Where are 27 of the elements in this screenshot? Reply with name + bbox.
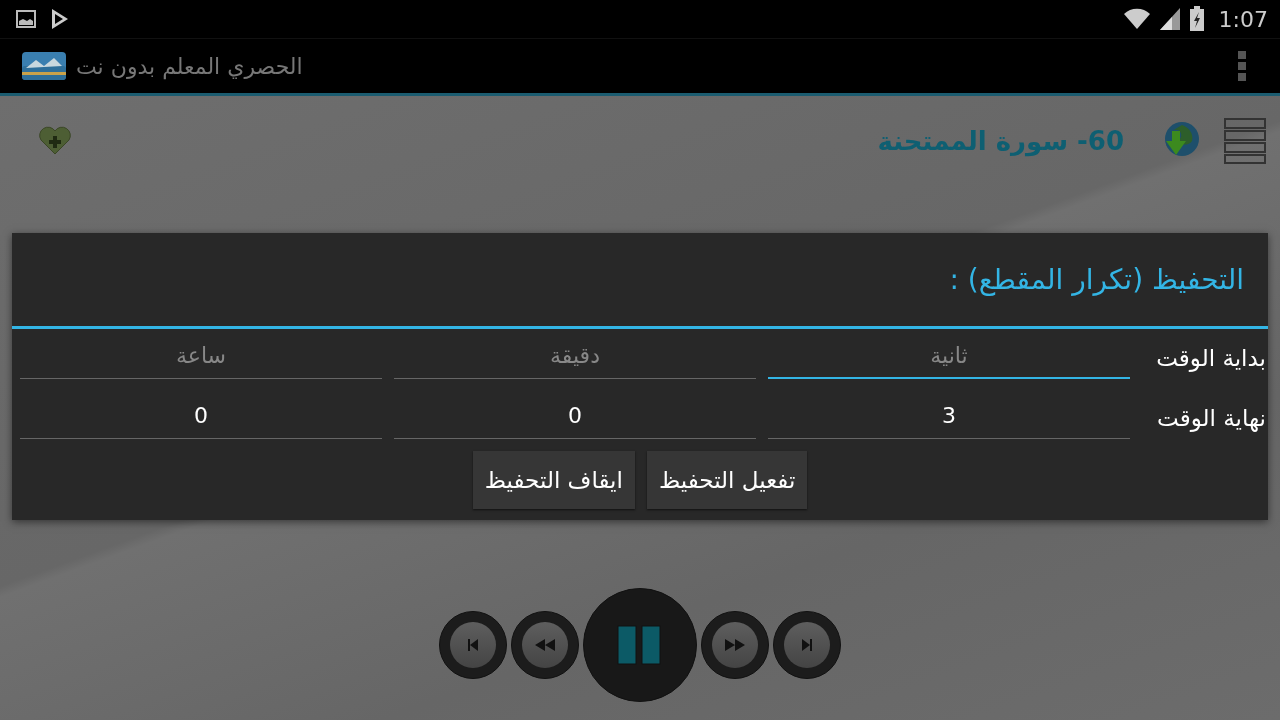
gallery-icon	[16, 10, 36, 28]
overflow-menu-icon[interactable]	[1238, 51, 1246, 81]
input-field[interactable]: ساعة	[20, 333, 382, 379]
input-field[interactable]: ثانية	[768, 333, 1130, 379]
status-time: 1:07	[1218, 6, 1268, 32]
row-label: بداية الوقت	[1155, 345, 1266, 374]
play-store-icon	[50, 8, 70, 30]
dialog-button[interactable]: ايقاف التحفيظ	[472, 451, 635, 509]
surah-title: 60- سورة الممتحنة	[877, 126, 1124, 156]
skip-back-icon	[465, 637, 481, 653]
signal-icon	[1158, 7, 1181, 31]
input-field[interactable]: دقيقة	[394, 333, 756, 379]
battery-icon	[1188, 6, 1205, 32]
fast-forward-icon	[723, 637, 747, 653]
input-field[interactable]: 3	[768, 393, 1130, 439]
dialog-title: التحفيظ (تكرار المقطع) :	[12, 233, 1268, 329]
heart-plus-icon[interactable]	[38, 126, 72, 156]
skip-forward-icon	[799, 637, 815, 653]
input-field[interactable]: 0	[394, 393, 756, 439]
wifi-icon	[1122, 8, 1151, 30]
dialog-button[interactable]: تفعيل التحفيظ	[646, 451, 808, 509]
rewind-icon	[533, 637, 557, 653]
row-label: نهاية الوقت	[1156, 405, 1266, 434]
app-icon	[22, 52, 66, 80]
app-title: الحصري المعلم بدون نت	[76, 53, 303, 79]
menu-icon[interactable]	[1224, 118, 1266, 164]
input-field[interactable]: 0	[20, 393, 382, 439]
